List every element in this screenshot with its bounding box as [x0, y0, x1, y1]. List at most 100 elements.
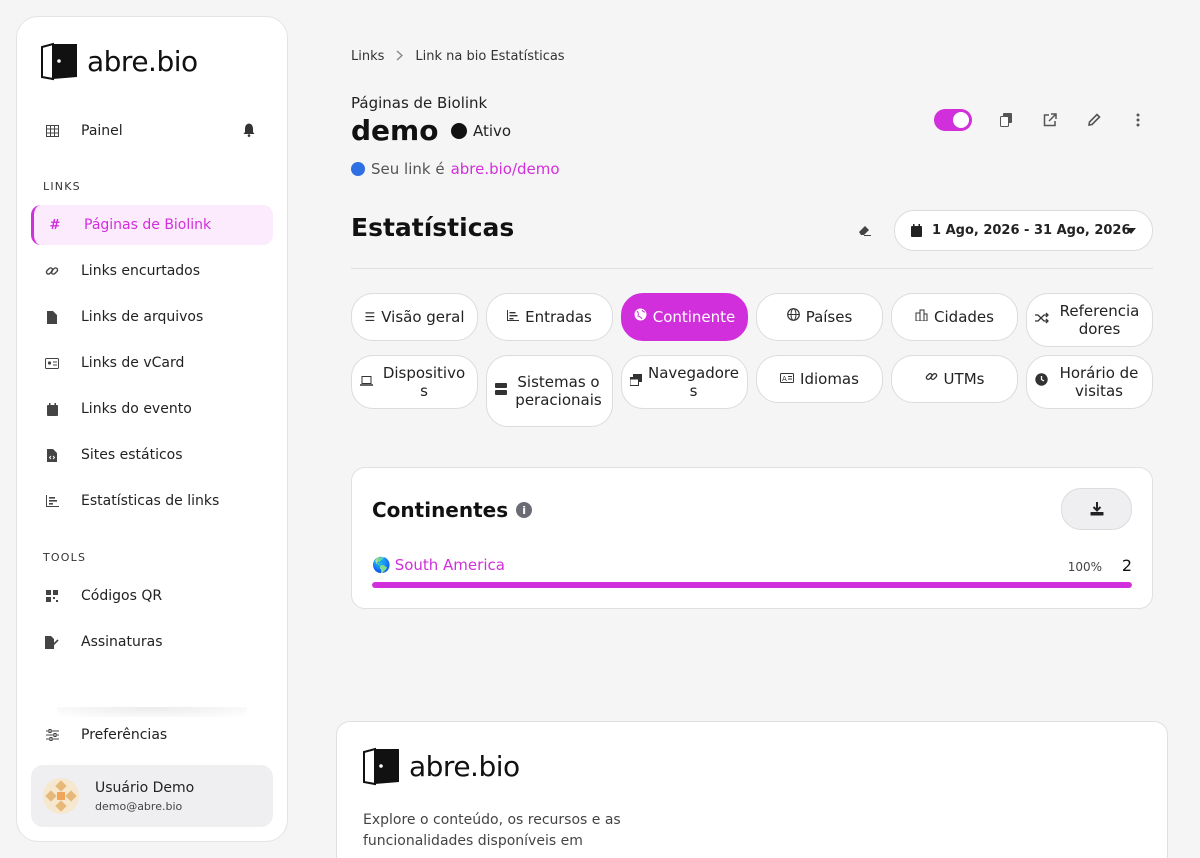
breadcrumb-link-links[interactable]: Links: [351, 49, 384, 64]
open-external-button[interactable]: [1038, 108, 1062, 132]
sidebar-item-label: Links encurtados: [81, 263, 201, 279]
tab-label: Entradas: [525, 308, 592, 326]
calendar-icon: [911, 224, 922, 237]
section-label-links: LINKS: [43, 180, 81, 193]
link-prefix: Seu link é: [371, 160, 445, 178]
brand-logo[interactable]: abre.bio: [39, 41, 198, 81]
sliders-icon: [45, 728, 59, 742]
language-icon: A: [780, 370, 795, 388]
tab-label: Dispositivos: [382, 364, 466, 400]
copy-button[interactable]: [994, 108, 1018, 132]
link-info: Seu link é abre.bio/demo: [351, 160, 560, 178]
tab-label: Países: [805, 308, 853, 326]
continent-row-count: 2: [1121, 556, 1132, 575]
status-dot-icon: [451, 123, 467, 139]
link-url[interactable]: abre.bio/demo: [451, 160, 560, 178]
table-icon: [45, 124, 59, 138]
sidebar-item-event-links[interactable]: Links do evento: [31, 389, 273, 429]
sidebar-item-label: Estatísticas de links: [81, 493, 220, 509]
footer-logo[interactable]: abre.bio: [361, 746, 520, 786]
door-logo-icon: [363, 747, 399, 786]
tab-label: Horário de visitas: [1059, 364, 1139, 400]
sidebar-item-preferences[interactable]: Preferências: [31, 715, 273, 755]
sidebar-item-qr-codes[interactable]: Códigos QR: [31, 576, 273, 616]
active-toggle[interactable]: [934, 109, 972, 131]
divider: [351, 268, 1153, 269]
sidebar-item-label: Links do evento: [81, 401, 192, 417]
file-code-icon: [45, 448, 59, 462]
window-restore-icon: [629, 373, 642, 391]
date-range-button[interactable]: 1 Ago, 2026 - 31 Ago, 2026: [894, 210, 1153, 251]
status-badge: Ativo: [451, 122, 511, 140]
eraser-icon[interactable]: [858, 223, 872, 237]
header-toolbar: [934, 108, 1170, 132]
tab-devices[interactable]: Dispositivos: [351, 355, 478, 409]
tab-continent[interactable]: Continente: [621, 293, 748, 341]
globe-americas-icon: 🌎: [372, 556, 391, 574]
tab-referrers[interactable]: Referenciadores: [1026, 293, 1153, 347]
tab-entries[interactable]: Entradas: [486, 293, 613, 341]
tab-cities[interactable]: Cidades: [891, 293, 1018, 341]
tab-label: Visão geral: [381, 308, 465, 326]
hash-icon: #: [49, 217, 61, 233]
link-icon: [45, 264, 59, 278]
sidebar-item-signatures[interactable]: Assinaturas: [31, 622, 273, 662]
sidebar-item-painel[interactable]: Painel: [31, 111, 273, 151]
random-icon: [1035, 311, 1049, 329]
section-label-tools: TOOLS: [43, 551, 87, 564]
laptop-icon: [360, 373, 373, 391]
signature-icon: [45, 635, 59, 649]
sidebar-item-static-sites[interactable]: Sites estáticos: [31, 435, 273, 475]
tab-visit-hours[interactable]: Horário de visitas: [1026, 355, 1153, 409]
bell-icon[interactable]: [243, 123, 255, 137]
tab-languages[interactable]: A Idiomas: [756, 355, 883, 403]
sidebar-item-short-links[interactable]: Links encurtados: [31, 251, 273, 291]
sidebar-item-file-links[interactable]: Links de arquivos: [31, 297, 273, 337]
continents-card: Continentes i 🌎 South America 100% 2: [351, 467, 1153, 609]
sidebar-item-label: Painel: [81, 123, 123, 139]
continent-row-name[interactable]: 🌎 South America: [372, 556, 505, 574]
page-title: demo: [351, 114, 439, 147]
tab-browsers[interactable]: Navegadores: [621, 355, 748, 409]
sidebar-item-label: Links de arquivos: [81, 309, 204, 325]
sidebar-item-label: Preferências: [81, 727, 168, 743]
globe-europe-icon: [634, 308, 647, 326]
door-logo-icon: [41, 42, 77, 81]
more-options-button[interactable]: [1126, 108, 1150, 132]
status-label: Ativo: [473, 122, 512, 140]
tab-utms[interactable]: UTMs: [891, 355, 1018, 403]
edit-button[interactable]: [1082, 108, 1106, 132]
ellipsis-vertical-icon: [1136, 113, 1140, 127]
continent-row-percent: 100%: [1067, 560, 1102, 574]
tab-countries[interactable]: Países: [756, 293, 883, 341]
sidebar-item-label: Páginas de Biolink: [84, 217, 212, 233]
tab-label: Navegadores: [648, 364, 739, 400]
info-dot-icon: [351, 162, 365, 176]
breadcrumb-current: Link na bio Estatísticas: [415, 49, 565, 64]
user-card[interactable]: Usuário Demo demo@abre.bio: [31, 765, 273, 827]
tab-label: Idiomas: [800, 370, 859, 388]
avatar: [43, 778, 79, 814]
tab-operating-systems[interactable]: Sistemas operacionais: [486, 355, 613, 427]
footer-description: Explore o conteúdo, os recursos e as fun…: [363, 812, 621, 849]
tab-label: UTMs: [943, 370, 985, 388]
sidebar-item-link-stats[interactable]: Estatísticas de links: [31, 481, 273, 521]
pencil-icon: [1088, 113, 1101, 126]
clock-icon: [1035, 373, 1048, 391]
qrcode-icon: [45, 589, 59, 603]
download-button[interactable]: [1061, 488, 1132, 530]
sidebar-item-vcard-links[interactable]: Links de vCard: [31, 343, 273, 383]
globe-icon: [786, 308, 800, 326]
tab-overview[interactable]: ☰ Visão geral: [351, 293, 478, 341]
date-range-label: 1 Ago, 2026 - 31 Ago, 2026: [932, 223, 1131, 238]
tab-label: Continente: [652, 308, 736, 326]
sidebar-item-label: Códigos QR: [81, 588, 163, 604]
sidebar-item-biolink-pages[interactable]: # Páginas de Biolink: [31, 205, 273, 245]
copy-icon: [1000, 113, 1012, 127]
city-icon: [915, 308, 928, 326]
link-icon: [925, 370, 938, 388]
tab-label: Referenciadores: [1059, 302, 1140, 338]
info-icon[interactable]: i: [516, 502, 533, 518]
sidebar-item-label: Sites estáticos: [81, 447, 183, 463]
chart-bar-icon: [45, 494, 59, 508]
